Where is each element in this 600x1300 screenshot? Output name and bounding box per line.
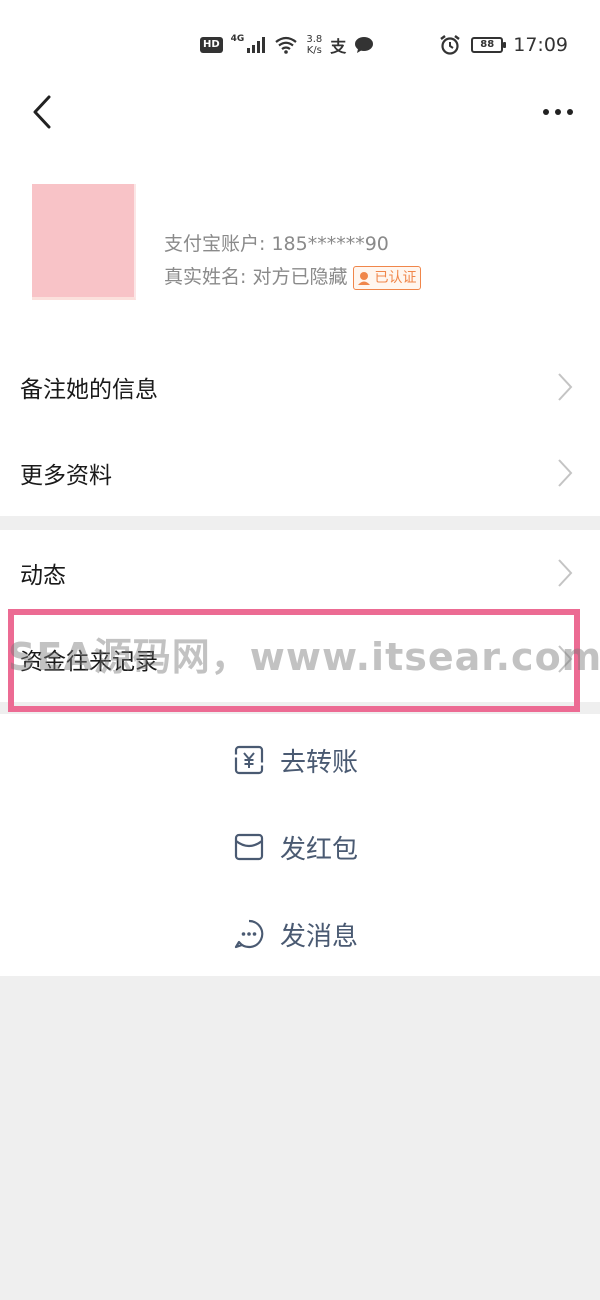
menu-item-label: 动态 [20,563,66,589]
message-icon [232,917,266,951]
verified-person-icon [358,271,371,285]
back-button[interactable] [20,90,64,134]
clock: 17:09 [513,34,568,56]
alipay-glyph: 支 [330,37,347,56]
menu-item-label: 备注她的信息 [20,377,158,403]
chevron-right-icon [558,373,573,401]
chevron-right-icon [558,459,573,487]
chat-bubble-icon [355,37,374,53]
menu-item-label: 更多资料 [20,463,112,489]
battery-level: 88 [480,39,495,50]
account-label: 支付宝账户: 185******90 [164,233,389,255]
profile-card: 支付宝账户: 185******90 真实姓名: 对方已隐藏 已认证 [0,158,600,340]
menu-item-remark[interactable]: 备注她的信息 [0,344,600,430]
hd-badge: HD [200,37,223,53]
action-label: 去转账 [280,747,359,778]
speed-unit: K/s [306,45,322,56]
signal-icon [247,37,266,53]
wifi-icon [275,36,298,54]
nav-bar [0,88,600,158]
menu-item-fund-records[interactable]: 资金往来记录 [0,616,600,702]
status-right: 88 17:09 [439,32,568,58]
realname-line: 真实姓名: 对方已隐藏 已认证 [164,261,422,294]
red-envelope-icon [232,830,266,864]
network-type: 4G [230,34,245,44]
chevron-right-icon [558,645,573,673]
battery-icon: 88 [471,37,507,53]
menu-item-more-profile[interactable]: 更多资料 [0,430,600,516]
chevron-left-icon [33,95,51,129]
profile-info: 支付宝账户: 185******90 真实姓名: 对方已隐藏 已认证 [164,228,422,294]
realname-label: 真实姓名: 对方已隐藏 [164,266,348,288]
avatar[interactable] [32,184,136,300]
more-dots-icon [543,109,573,115]
transfer-button[interactable]: 去转账 [232,740,358,780]
status-bar: HD 4G 3.8 K/s 支 88 17:09 [0,0,600,88]
status-left: HD 4G 3.8 K/s 支 [200,32,374,58]
action-panel: 去转账 发红包 发消息 [0,714,600,976]
menu-item-label: 资金往来记录 [20,649,158,675]
more-button[interactable] [534,96,582,128]
action-label: 发消息 [280,921,359,952]
menu-section-activity: 动态 资金往来记录 [0,530,600,702]
account-line: 支付宝账户: 185******90 [164,228,421,261]
chevron-right-icon [558,559,573,587]
speed-value: 3.8 [306,34,323,45]
menu-item-moments[interactable]: 动态 [0,530,600,616]
verified-text: 已认证 [374,269,417,286]
alarm-icon [440,35,460,55]
menu-section-info: 备注她的信息 更多资料 [0,340,600,516]
verified-badge: 已认证 [353,265,422,290]
action-label: 发红包 [280,834,359,865]
network-speed: 3.8 K/s [306,34,322,56]
message-button[interactable]: 发消息 [232,914,358,954]
red-envelope-button[interactable]: 发红包 [232,827,358,867]
transfer-yuan-icon [232,743,266,777]
